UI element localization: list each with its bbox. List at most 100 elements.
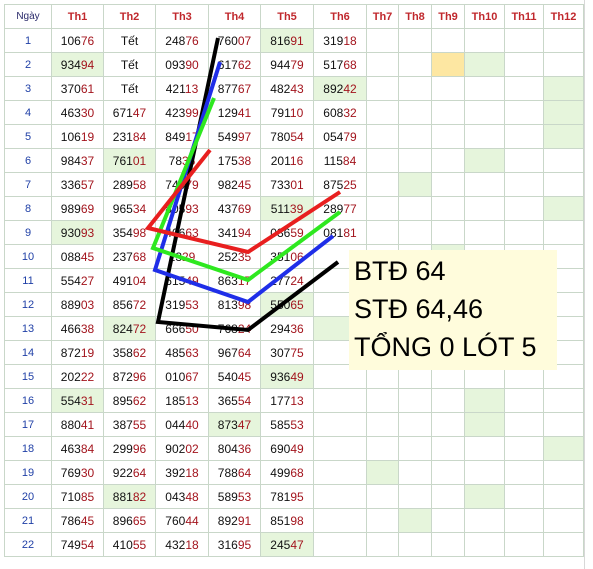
column-header-th4: Th4 [208, 4, 261, 29]
result-cell [398, 148, 432, 173]
result-cell: 61549 [155, 268, 209, 293]
result-cell: 08845 [51, 244, 104, 269]
result-cell [464, 508, 505, 533]
result-cell: 35862 [103, 340, 156, 365]
result-cell: 01067 [155, 364, 209, 389]
result-cell: 05479 [313, 124, 367, 149]
table-row: 18 46384 29996 90202 80436 69049 [4, 436, 584, 461]
note-line-std: STĐ 64,46 [354, 294, 484, 324]
result-cell [366, 388, 399, 413]
result-cell [366, 436, 399, 461]
result-cell [398, 220, 432, 245]
table-row: 16 55431 89562 18513 36554 17713 [4, 388, 584, 413]
result-cell [431, 532, 465, 557]
table-row: 5 10619 23184 84917 54997 78054 05479 [4, 124, 584, 149]
column-header-day: Ngày [4, 4, 52, 29]
result-cell: 55431 [51, 388, 104, 413]
result-cell: 49104 [103, 268, 156, 293]
result-cell: 28958 [103, 172, 156, 197]
result-cell: 76007 [208, 28, 261, 53]
result-cell: 60832 [313, 100, 367, 125]
result-cell: Tết [103, 52, 156, 77]
result-cell: Tết [103, 76, 156, 101]
result-cell: 87296 [103, 364, 156, 389]
result-cell [398, 508, 432, 533]
result-cell [504, 532, 544, 557]
result-cell: 29996 [103, 436, 156, 461]
result-cell: 78054 [260, 124, 314, 149]
result-cell [366, 148, 399, 173]
result-cell: 92264 [103, 460, 156, 485]
result-cell: 85672 [103, 292, 156, 317]
result-cell: 87219 [51, 340, 104, 365]
result-cell [431, 172, 465, 197]
result-cell: 98245 [208, 172, 261, 197]
day-cell: 2 [4, 52, 52, 77]
result-cell [504, 412, 544, 437]
result-cell: 42399 [155, 100, 209, 125]
result-cell: 89291 [208, 508, 261, 533]
result-cell: 20222 [51, 364, 104, 389]
result-cell: 29436 [260, 316, 314, 341]
result-cell: 09390 [155, 52, 209, 77]
result-cell: 80436 [208, 436, 261, 461]
column-header-th8: Th8 [398, 4, 432, 29]
result-cell [398, 100, 432, 125]
result-cell [504, 220, 544, 245]
result-cell: 40663 [155, 220, 209, 245]
result-cell: 31918 [313, 28, 367, 53]
result-cell: 88041 [51, 412, 104, 437]
result-cell [366, 124, 399, 149]
result-cell [464, 436, 505, 461]
note-line-btd: BTĐ 64 [354, 256, 446, 286]
result-cell [398, 124, 432, 149]
result-cell [464, 532, 505, 557]
result-cell: 46638 [51, 316, 104, 341]
result-cell [504, 196, 544, 221]
result-cell: 76101 [103, 148, 156, 173]
result-cell [431, 148, 465, 173]
result-cell: 23184 [103, 124, 156, 149]
result-cell: 89665 [103, 508, 156, 533]
result-cell [543, 52, 584, 77]
result-cell [464, 52, 505, 77]
table-header-row: Ngày Th1 Th2 Th3 Th4 Th5 Th6 Th7 Th8 Th9 Th10 Th11 T… [4, 4, 584, 29]
result-cell: 76824 [208, 316, 261, 341]
result-cell [398, 196, 432, 221]
result-cell [543, 100, 584, 125]
result-cell [543, 484, 584, 509]
result-cell: 88903 [51, 292, 104, 317]
table-row: 7 33657 28958 74079 98245 73301 87525 [4, 172, 584, 197]
result-cell [366, 220, 399, 245]
result-cell: 34194 [208, 220, 261, 245]
result-cell [366, 172, 399, 197]
result-cell: 51768 [313, 52, 367, 77]
result-cell [431, 124, 465, 149]
analysis-note: BTĐ 64 STĐ 64,46 TỔNG 0 LÓT 5 [349, 250, 557, 370]
result-cell: 30775 [260, 340, 314, 365]
result-cell: 89562 [103, 388, 156, 413]
column-header-th6: Th6 [313, 4, 367, 29]
result-cell [464, 124, 505, 149]
result-cell: 98437 [51, 148, 104, 173]
result-cell: 54045 [208, 364, 261, 389]
result-cell [398, 172, 432, 197]
vertical-scrollbar[interactable] [584, 0, 593, 569]
day-cell: 19 [4, 460, 52, 485]
result-cell [313, 436, 367, 461]
result-cell: 24876 [155, 28, 209, 53]
column-header-th3: Th3 [155, 4, 209, 29]
lottery-results-view: Ngày Th1 Th2 Th3 Th4 Th5 Th6 Th7 Th8 Th9 Th10 Th11 T… [0, 0, 593, 569]
day-cell: 13 [4, 316, 52, 341]
result-cell: 79110 [260, 100, 314, 125]
result-cell: 27724 [260, 268, 314, 293]
result-cell [398, 52, 432, 77]
day-cell: 10 [4, 244, 52, 269]
result-cell: 10676 [51, 28, 104, 53]
result-cell: 46384 [51, 436, 104, 461]
result-cell [398, 436, 432, 461]
result-cell: 17538 [208, 148, 261, 173]
result-cell: 86317 [208, 268, 261, 293]
result-cell [464, 148, 505, 173]
result-cell [431, 100, 465, 125]
